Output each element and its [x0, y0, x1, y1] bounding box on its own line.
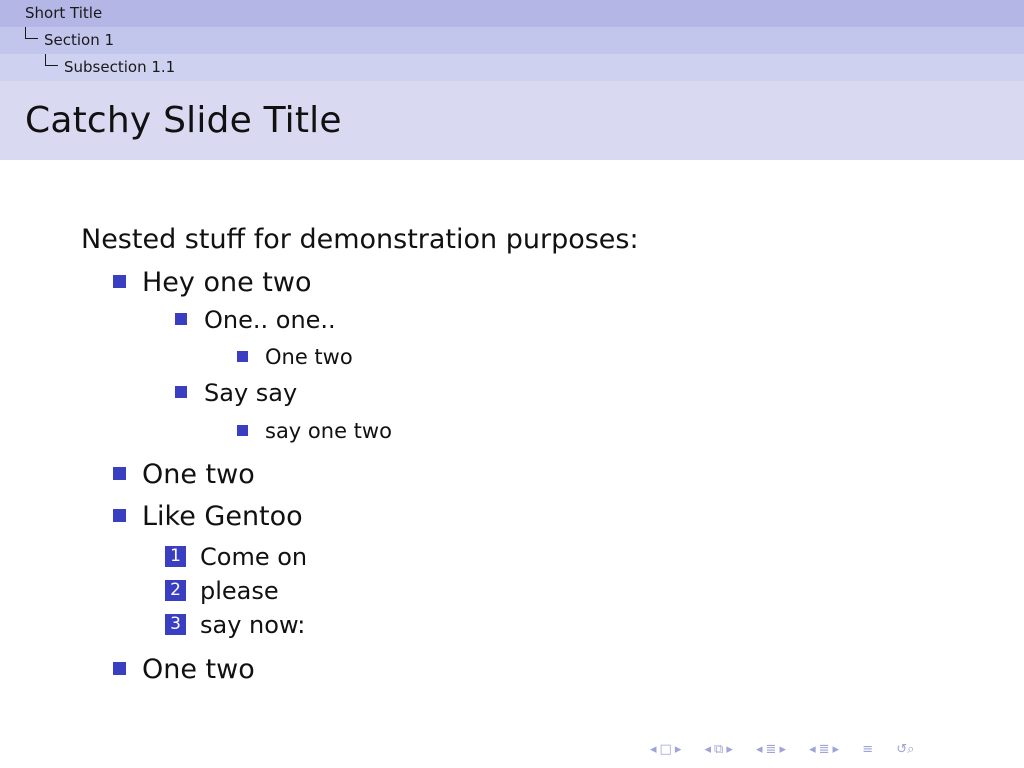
list-item: say one two: [237, 419, 392, 443]
header-subsection-row: Subsection 1.1: [0, 54, 1024, 81]
list-item: Say say: [175, 379, 297, 407]
list-item-label: Like Gentoo: [142, 501, 303, 532]
list-item: One two: [113, 459, 255, 490]
bullet-square-icon: [113, 509, 126, 522]
list-item-label: say one two: [265, 419, 392, 443]
nav-subsection-right-icon[interactable]: ▸: [779, 742, 786, 757]
title-bar: Catchy Slide Title: [0, 81, 1024, 160]
slide-title: Catchy Slide Title: [25, 100, 342, 141]
list-item-label: One two: [142, 459, 255, 490]
section-label[interactable]: Section 1: [44, 31, 114, 49]
nav-slide-left-icon[interactable]: ◂: [650, 742, 657, 757]
bullet-square-icon: [175, 313, 187, 325]
tree-elbow-icon: [45, 54, 58, 66]
list-item: Hey one two: [113, 267, 312, 298]
subsection-label[interactable]: Subsection 1.1: [64, 58, 175, 76]
list-item-label: Say say: [204, 379, 298, 407]
list-item-label: One two: [142, 654, 255, 685]
list-item-label: One.. one..: [204, 306, 336, 334]
list-item: Like Gentoo: [113, 501, 303, 532]
nav-slide-right-icon[interactable]: ▸: [675, 742, 682, 757]
bullet-square-icon: [113, 275, 126, 288]
nav-frame-left-icon[interactable]: ◂: [705, 742, 712, 757]
list-item-label: Hey one two: [142, 267, 312, 298]
nav-frame-right-icon[interactable]: ▸: [726, 742, 733, 757]
nav-section-right-icon[interactable]: ▸: [833, 742, 840, 757]
enum-number-badge: 2: [165, 579, 186, 601]
enum-number-badge: 1: [165, 545, 186, 567]
enum-item-label: say now:: [200, 611, 306, 639]
nav-document-icon[interactable]: ≡: [862, 742, 873, 757]
list-item: One.. one..: [175, 306, 336, 334]
list-item-label: One two: [265, 345, 353, 369]
nav-frame-icon[interactable]: ⧉: [714, 742, 723, 757]
nav-subsection-left-icon[interactable]: ◂: [756, 742, 763, 757]
bullet-square-icon: [113, 662, 126, 675]
header-short-title-row: Short Title: [0, 0, 1024, 27]
list-item: One two: [237, 345, 353, 369]
list-item: One two: [113, 654, 255, 685]
nav-slide-icon[interactable]: □: [660, 742, 672, 757]
enum-number-badge: 3: [165, 613, 186, 635]
nav-section-icon[interactable]: ≣: [819, 742, 830, 757]
nav-section-left-icon[interactable]: ◂: [809, 742, 816, 757]
enum-item: 1 Come on: [165, 543, 307, 571]
bullet-square-icon: [175, 386, 187, 398]
enum-item-label: Come on: [200, 543, 308, 571]
bullet-square-icon: [237, 350, 248, 362]
beamer-navigation-bar: ◂ □ ▸ ◂ ⧉ ▸ ◂ ≣ ▸ ◂ ≣ ▸ ≡ ↺⌕: [650, 742, 1020, 762]
enum-item-label: please: [200, 577, 279, 605]
header-section-row: Section 1: [0, 27, 1024, 54]
enum-item: 3 say now:: [165, 611, 305, 639]
tree-elbow-icon: [25, 27, 38, 39]
bullet-square-icon: [237, 424, 248, 436]
enum-item: 2 please: [165, 577, 279, 605]
bullet-square-icon: [113, 467, 126, 480]
nav-subsection-icon[interactable]: ≣: [766, 742, 777, 757]
short-title[interactable]: Short Title: [25, 4, 102, 22]
intro-text: Nested stuff for demonstration purposes:: [81, 224, 639, 255]
nav-search-icon[interactable]: ↺⌕: [896, 742, 914, 757]
